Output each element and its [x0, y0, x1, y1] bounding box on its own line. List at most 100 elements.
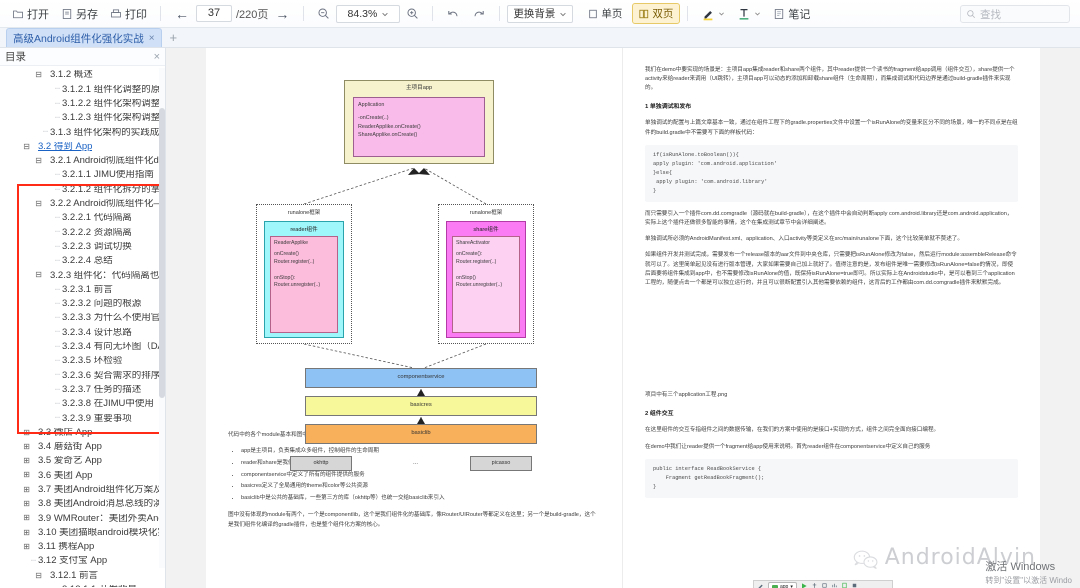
- zoom-in-button[interactable]: [400, 5, 425, 22]
- toc-item[interactable]: ⊞3.8 美团Android消息总线的演进之: [0, 497, 165, 511]
- single-page-button[interactable]: 单页: [581, 3, 629, 24]
- page-left: 主项目app Application -onCreate(..) ReaderA…: [206, 48, 623, 588]
- toc-expander-icon[interactable]: ⊞: [22, 486, 31, 494]
- toc-scrollbar[interactable]: [159, 68, 165, 568]
- as-attach-icon: [841, 582, 848, 588]
- toc-item[interactable]: ⊟3.2.2 Android彻底组件化—代: [0, 197, 165, 211]
- toc-item[interactable]: ┈3.1.2.1 组件化调整的原因和: [0, 82, 165, 96]
- toc-item[interactable]: ⊞3.11 携程App: [0, 540, 165, 554]
- undo-button[interactable]: [440, 5, 466, 23]
- change-background-select[interactable]: 更换背景: [507, 5, 573, 23]
- toc-item[interactable]: ⊞3.10 美团猫眼android模块化实战: [0, 526, 165, 540]
- double-page-icon: [639, 9, 649, 19]
- toc-item[interactable]: ┈3.2.2.1 代码隔离: [0, 211, 165, 225]
- toc-item[interactable]: ┈3.2.3.6 契合需求的排序方式: [0, 368, 165, 382]
- note-button[interactable]: 笔记: [767, 4, 816, 24]
- toc-expander-icon[interactable]: ⊞: [22, 471, 31, 479]
- toc-item[interactable]: ┈3.2.2.2 资源隔离: [0, 225, 165, 239]
- toc-item[interactable]: ┈3.2.3.4 设计思路: [0, 325, 165, 339]
- toc-item-label: 3.2.1 Android彻底组件化demo: [50, 156, 163, 166]
- toc-expander-icon[interactable]: ⊞: [22, 543, 31, 551]
- toc-item-label: 3.1.2.2 组件化架构调整的演: [62, 99, 163, 109]
- toc-item[interactable]: ⊞3.4 蘑菇街 App: [0, 440, 165, 454]
- toc-expander-icon[interactable]: ⊞: [22, 443, 31, 451]
- toc-expander-icon[interactable]: ⊞: [22, 529, 31, 537]
- toc-item[interactable]: ┈3.2.2.4 总结: [0, 254, 165, 268]
- toc-item-label: 3.1.3 组件化架构的实践成果: [50, 128, 163, 138]
- toc-item[interactable]: ┈3.2.3.9 重要事项: [0, 411, 165, 425]
- toc-item[interactable]: ┈3.1.2.2 组件化架构调整的演: [0, 97, 165, 111]
- chevron-down-icon: [718, 10, 725, 17]
- save-as-button[interactable]: 另存: [55, 4, 104, 24]
- diagram-share-node: share组件 ShareActivator onCreate(): Route…: [446, 221, 526, 338]
- toc-expander-icon[interactable]: ⊞: [22, 514, 31, 522]
- toc-expander-icon[interactable]: ⊟: [34, 200, 43, 208]
- toc-expander-icon[interactable]: ⊟: [34, 271, 43, 279]
- previous-page-button[interactable]: ←: [168, 4, 196, 24]
- toc-scroll-area[interactable]: ⊟3.1.2 概述┈3.1.2.1 组件化调整的原因和┈3.1.2.2 组件化架…: [0, 66, 165, 587]
- toc-expander-icon[interactable]: ⊞: [22, 457, 31, 465]
- toc-item[interactable]: ┈3.2.3.7 任务的描述: [0, 383, 165, 397]
- page-right: 我们在demo中要实现的场景是：主项目app集成reader和share两个组件…: [623, 48, 1040, 588]
- toc-item[interactable]: ┈3.2.3.1 前言: [0, 282, 165, 296]
- wechat-icon: [853, 547, 879, 568]
- module-bullet: basiclib中是公共的基础库，一些第三方的库（okhttp等）也统一交给ba…: [241, 494, 600, 503]
- diagram-basiclib-node: basiclib: [305, 424, 537, 444]
- toc-item[interactable]: ⊟3.12.1 前言: [0, 568, 165, 582]
- page-number-input[interactable]: 37: [196, 5, 232, 22]
- toc-item[interactable]: ⊟3.2 得到 App: [0, 139, 165, 153]
- toc-item-label: 3.2.3.3 为什么不使用官方S: [62, 313, 163, 323]
- toc-item[interactable]: ┈3.2.3.2 问题的根源: [0, 297, 165, 311]
- toc-expander-icon[interactable]: ⊟: [34, 572, 43, 580]
- toc-item[interactable]: ┈3.12 支付宝 App: [0, 554, 165, 568]
- toc-expander-icon[interactable]: ⊞: [22, 500, 31, 508]
- toc-scrollbar-thumb[interactable]: [159, 108, 165, 398]
- zoom-level-select[interactable]: 84.3%: [336, 5, 400, 23]
- toc-item[interactable]: ⊞3.3 微店 App: [0, 425, 165, 439]
- highlight-tool-button[interactable]: [695, 5, 731, 23]
- close-icon[interactable]: ×: [154, 51, 160, 63]
- toc-item[interactable]: ┈3.2.3.3 为什么不使用官方S: [0, 311, 165, 325]
- next-page-button[interactable]: →: [268, 4, 296, 24]
- toc-item[interactable]: ┈3.2.1.1 JIMU使用指南: [0, 168, 165, 182]
- toc-item-label: 3.2.3.6 契合需求的排序方式: [62, 371, 163, 381]
- as-coverage-icon: [821, 582, 828, 588]
- toc-item[interactable]: ┈3.2.1.2 组件化拆分的掌握: [0, 182, 165, 196]
- toc-item[interactable]: ┈3.1.2.3 组件化架构调整中涉: [0, 111, 165, 125]
- toc-item[interactable]: ┈3.2.2.3 调试切换: [0, 240, 165, 254]
- new-tab-button[interactable]: +: [170, 30, 178, 45]
- print-button[interactable]: 打印: [104, 4, 153, 24]
- right-heading-1: 1 单独调试和发布: [645, 103, 1018, 113]
- toc-item[interactable]: ┈3.2.3.5 环检验: [0, 354, 165, 368]
- search-box[interactable]: 查找: [960, 5, 1070, 23]
- toc-item[interactable]: ⊞3.9 WMRouter：美团外卖Andro: [0, 511, 165, 525]
- toc-item[interactable]: ⊞3.5 爱奇艺 App: [0, 454, 165, 468]
- save-icon: [61, 8, 73, 20]
- as-run-config-pill[interactable]: app ▾: [768, 582, 797, 588]
- toc-item[interactable]: ⊟3.1.2 概述: [0, 68, 165, 82]
- zoom-out-button[interactable]: [311, 5, 336, 22]
- toc-expander-icon[interactable]: ⊞: [22, 429, 31, 437]
- text-tool-button[interactable]: [731, 5, 767, 23]
- double-page-button[interactable]: 双页: [632, 3, 680, 24]
- toc-expander-icon[interactable]: ⊟: [34, 71, 43, 79]
- right-paragraph-4: 单独调试所必须的AndroidManifest.xml、application、…: [645, 235, 1018, 244]
- left-closing-paragraph: 图中没有体现的module有两个，一个是componentlib，这个是我们组件…: [228, 511, 600, 529]
- open-button[interactable]: 打开: [6, 4, 55, 24]
- toc-expander-icon[interactable]: ⊟: [22, 143, 31, 151]
- close-icon[interactable]: ×: [149, 33, 155, 44]
- toc-expander-icon[interactable]: ⊟: [34, 157, 43, 165]
- redo-button[interactable]: [466, 5, 492, 23]
- toc-item[interactable]: ┈3.1.3 组件化架构的实践成果: [0, 125, 165, 139]
- toc-item[interactable]: ⊟3.2.3 组件化：代码隔离也隔不: [0, 268, 165, 282]
- toc-dash: ┈: [55, 357, 62, 365]
- toc-item[interactable]: ┈3.2.3.4 有向无环图（DAG）: [0, 340, 165, 354]
- toc-item[interactable]: ┈3.12.1.1 开发背景: [0, 583, 165, 587]
- toc-item[interactable]: ⊞3.7 美团Android组件化方案及组件: [0, 483, 165, 497]
- toc-item[interactable]: ⊟ 3.2.1 Android彻底组件化demo: [0, 154, 165, 168]
- document-viewer[interactable]: 主项目app Application -onCreate(..) ReaderA…: [166, 48, 1080, 588]
- page-mode-group: 单页 双页: [581, 3, 680, 24]
- document-tab[interactable]: 高级Android组件化强化实战 ×: [6, 28, 162, 47]
- toc-item[interactable]: ⊞3.6 美团 App: [0, 468, 165, 482]
- toc-item[interactable]: ┈3.2.3.8 在JIMU中使用: [0, 397, 165, 411]
